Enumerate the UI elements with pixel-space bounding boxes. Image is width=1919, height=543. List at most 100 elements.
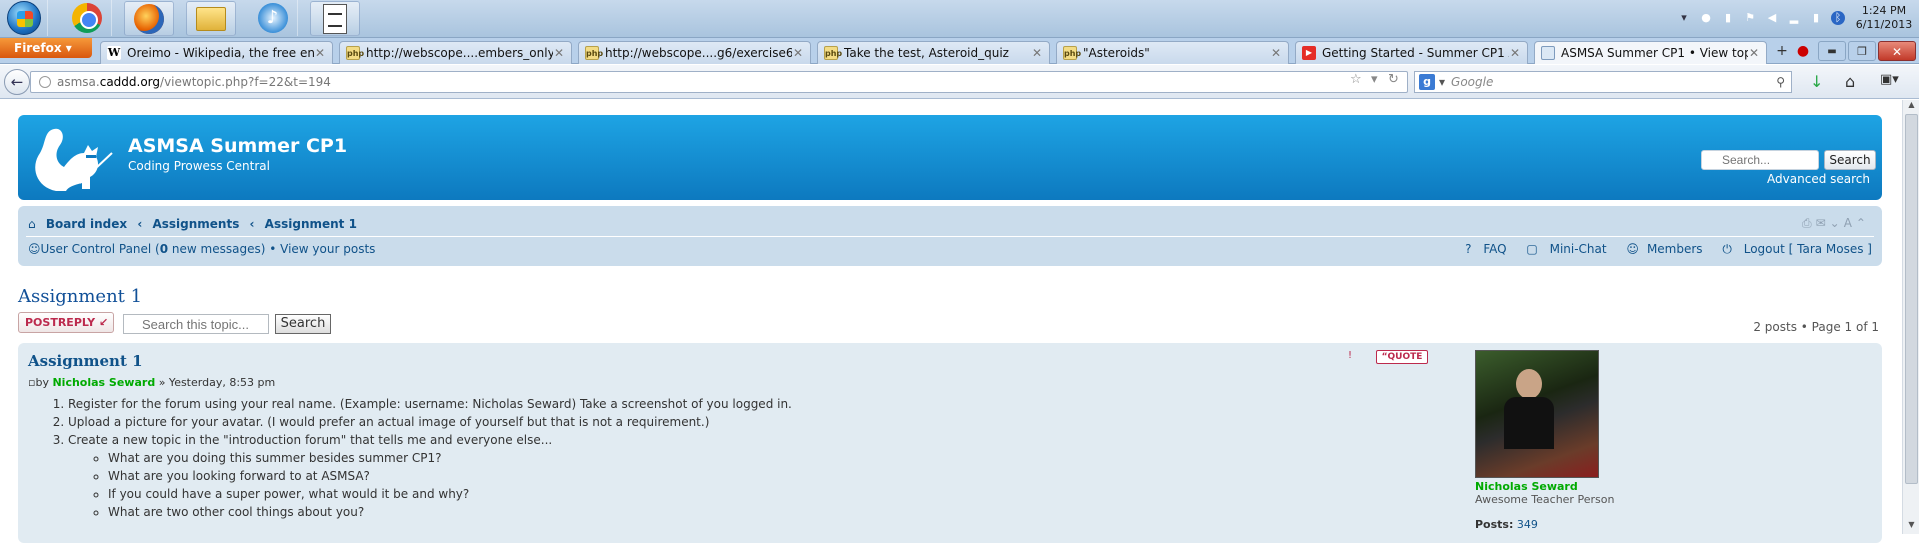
breadcrumb-assignment1[interactable]: Assignment 1 <box>265 217 357 231</box>
members-link[interactable]: ☺ Members <box>1618 242 1702 256</box>
url-path: /viewtopic.php?f=22&t=194 <box>160 75 331 89</box>
minimize-button[interactable]: ▬ <box>1818 41 1846 61</box>
close-icon[interactable]: ✕ <box>1509 46 1521 60</box>
tab-members-only[interactable]: php http://webscope....embers_only.php ✕ <box>339 41 572 64</box>
history-dropdown-icon[interactable]: ▾ <box>1371 72 1378 87</box>
taskbar-firefox[interactable] <box>124 1 174 36</box>
posts-count[interactable]: 349 <box>1517 518 1538 531</box>
topic-search-button[interactable]: Search <box>275 314 331 334</box>
minichat-label: Mini-Chat <box>1549 242 1607 256</box>
quote-button[interactable]: “QUOTE <box>1376 350 1428 364</box>
tab-asteroids[interactable]: php "Asteroids" ✕ <box>1056 41 1289 64</box>
breadcrumb-board-index[interactable]: Board index <box>46 217 127 231</box>
topic-search-input[interactable] <box>123 314 269 334</box>
advanced-search-link[interactable]: Advanced search <box>1767 172 1870 186</box>
maximize-button[interactable]: ❐ <box>1848 41 1876 61</box>
print-icon[interactable]: ⎙ <box>1802 216 1816 230</box>
faq-link[interactable]: ? FAQ <box>1457 242 1506 256</box>
tab-exercise6[interactable]: php http://webscope....g6/exercise6.php … <box>578 41 811 64</box>
chevron-down-icon[interactable]: ▾ <box>1439 75 1445 89</box>
close-icon[interactable]: ✕ <box>1031 46 1043 60</box>
system-tray: ▾ ● ▮ ⚑ ◀ ▂ ▮ ᛒ 1:24 PM 6/11/2013 <box>1673 0 1919 36</box>
breadcrumb-assignments[interactable]: Assignments <box>152 217 239 231</box>
google-icon: g <box>1419 74 1435 90</box>
bookmark-star-icon[interactable]: ☆ <box>1350 72 1362 87</box>
taskbar-itunes[interactable]: ♪ <box>248 0 298 36</box>
chat-icon: ▢ <box>1526 242 1538 256</box>
menu-icon[interactable]: ▣▾ <box>1880 72 1899 87</box>
tab-getting-started[interactable]: ▶ Getting Started - Summer CP1 AS... ✕ <box>1295 41 1528 64</box>
site-search-button[interactable]: Search <box>1824 150 1876 170</box>
chat-icon[interactable]: ● <box>1699 11 1713 25</box>
tab-asteroid-quiz[interactable]: php Take the test, Asteroid_quiz ✕ <box>817 41 1050 64</box>
tab-asmsa-topic[interactable]: ASMSA Summer CP1 • View topic -... ✕ <box>1534 41 1767 64</box>
url-bar[interactable]: asmsa. caddd.org/viewtopic.php?f=22&t=194 <box>30 71 1408 93</box>
quote-label: QUOTE <box>1387 352 1423 362</box>
ucp-link[interactable]: User Control Panel (0 new messages) <box>41 242 266 256</box>
page-scrollbar[interactable]: ▲ ▼ <box>1902 100 1919 534</box>
taskbar-explorer[interactable] <box>186 1 236 36</box>
search-icon[interactable]: ⚲ <box>1776 75 1785 89</box>
avatar[interactable] <box>1475 350 1599 478</box>
tab-oreimo[interactable]: W Oreimo - Wikipedia, the free encycl...… <box>100 41 333 64</box>
reload-icon[interactable]: ↻ <box>1388 72 1399 87</box>
close-icon[interactable]: ✕ <box>314 46 326 60</box>
close-icon[interactable]: ✕ <box>792 46 804 60</box>
battery-icon[interactable]: ▮ <box>1809 11 1823 25</box>
taskbar-chrome[interactable] <box>62 0 112 36</box>
download-icon[interactable]: ↓ <box>1810 72 1823 91</box>
reply-arrow-icon: ↙ <box>99 316 109 329</box>
volume-icon[interactable]: ◀ <box>1765 11 1779 25</box>
addon-icon[interactable]: ● <box>1795 41 1811 61</box>
close-icon[interactable]: ✕ <box>1748 46 1760 60</box>
topic-title[interactable]: Assignment 1 <box>18 286 142 307</box>
tab-title: ASMSA Summer CP1 • View topic -... <box>1561 46 1748 60</box>
post-author[interactable]: Nicholas Seward <box>52 376 155 389</box>
font-size-icon[interactable]: ⌄A⌃ <box>1830 216 1870 230</box>
signal-icon[interactable]: ▂ <box>1787 11 1801 25</box>
list-item-text: Create a new topic in the "introduction … <box>68 433 553 447</box>
home-icon[interactable]: ⌂ <box>1845 72 1855 91</box>
report-icon[interactable]: ! <box>1343 349 1357 363</box>
ucp-suffix: new messages) <box>168 242 266 256</box>
taskbar-document[interactable] <box>310 1 360 36</box>
scroll-up-icon[interactable]: ▲ <box>1903 100 1919 114</box>
php-icon: php <box>585 46 603 60</box>
forum-icon <box>1541 46 1555 60</box>
view-posts-link[interactable]: View your posts <box>280 242 375 256</box>
start-button[interactable] <box>0 0 48 36</box>
post-reply-button[interactable]: POSTREPLY ↙ <box>18 312 114 333</box>
firefox-menu-label: Firefox <box>14 41 62 55</box>
bluetooth-icon[interactable]: ᛒ <box>1831 11 1845 25</box>
breadcrumb-separator: ‹ <box>137 217 143 231</box>
logout-link[interactable]: ⏻ Logout [ Tara Moses ] <box>1714 242 1872 256</box>
post-time: » Yesterday, 8:53 pm <box>158 376 276 389</box>
clock-time: 1:24 PM <box>1861 4 1907 17</box>
tab-title: http://webscope....embers_only.php <box>366 46 553 60</box>
system-clock[interactable]: 1:24 PM 6/11/2013 <box>1849 4 1919 32</box>
chevron-up-icon[interactable]: ▾ <box>1677 11 1691 25</box>
minichat-link[interactable]: ▢ Mini-Chat <box>1518 242 1606 256</box>
sub-list-item: What are you looking forward to at ASMSA… <box>108 467 792 485</box>
post-title[interactable]: Assignment 1 <box>28 352 143 370</box>
faq-label: FAQ <box>1483 242 1507 256</box>
close-window-button[interactable]: ✕ <box>1878 41 1916 61</box>
email-icon[interactable]: ✉ <box>1816 216 1830 230</box>
logout-label: Logout [ Tara Moses ] <box>1743 242 1872 256</box>
scroll-down-icon[interactable]: ▼ <box>1903 520 1919 534</box>
usb-icon[interactable]: ▮ <box>1721 11 1735 25</box>
close-icon[interactable]: ✕ <box>553 46 565 60</box>
profile-name[interactable]: Nicholas Seward <box>1475 480 1675 493</box>
flag-icon[interactable]: ⚑ <box>1743 11 1757 25</box>
members-icon: ☺ <box>1626 242 1639 256</box>
close-icon[interactable]: ✕ <box>1270 46 1282 60</box>
php-icon: php <box>346 46 364 60</box>
scrollbar-thumb[interactable] <box>1905 114 1918 484</box>
search-bar[interactable]: g ▾ Google ⚲ <box>1414 71 1792 93</box>
breadcrumb: ⌂ Board index ‹ Assignments ‹ Assignment… <box>28 217 363 231</box>
site-search-input[interactable] <box>1701 150 1819 170</box>
chrome-icon <box>71 3 102 33</box>
new-tab-button[interactable]: + <box>1772 41 1792 61</box>
firefox-menu-button[interactable]: Firefox ▾ <box>0 38 92 58</box>
back-button[interactable]: ← <box>4 69 30 95</box>
